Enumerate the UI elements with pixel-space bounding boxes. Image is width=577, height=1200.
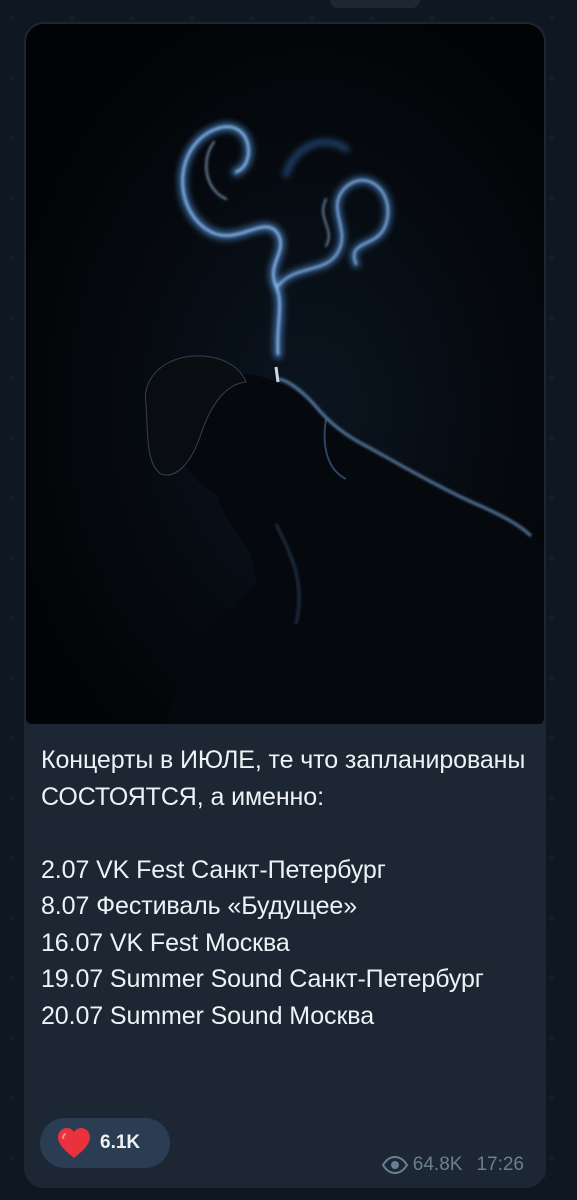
post-time: 17:26	[476, 1154, 524, 1175]
post-text: Концерты в ИЮЛЕ, те что запланированы СО…	[41, 746, 526, 1030]
previous-message-edge	[330, 0, 420, 8]
eye-icon	[381, 1156, 408, 1174]
reaction-count: 6.1K	[100, 1132, 141, 1153]
post-photo[interactable]	[26, 24, 544, 724]
post-meta: 64.8K 17:26	[381, 1154, 524, 1176]
channel-post[interactable]: Концерты в ИЮЛЕ, те что запланированы СО…	[24, 22, 546, 1188]
heart-reaction-button[interactable]: 6.1K	[40, 1118, 170, 1168]
heart-icon	[58, 1128, 90, 1158]
view-count: 64.8K	[412, 1154, 463, 1175]
